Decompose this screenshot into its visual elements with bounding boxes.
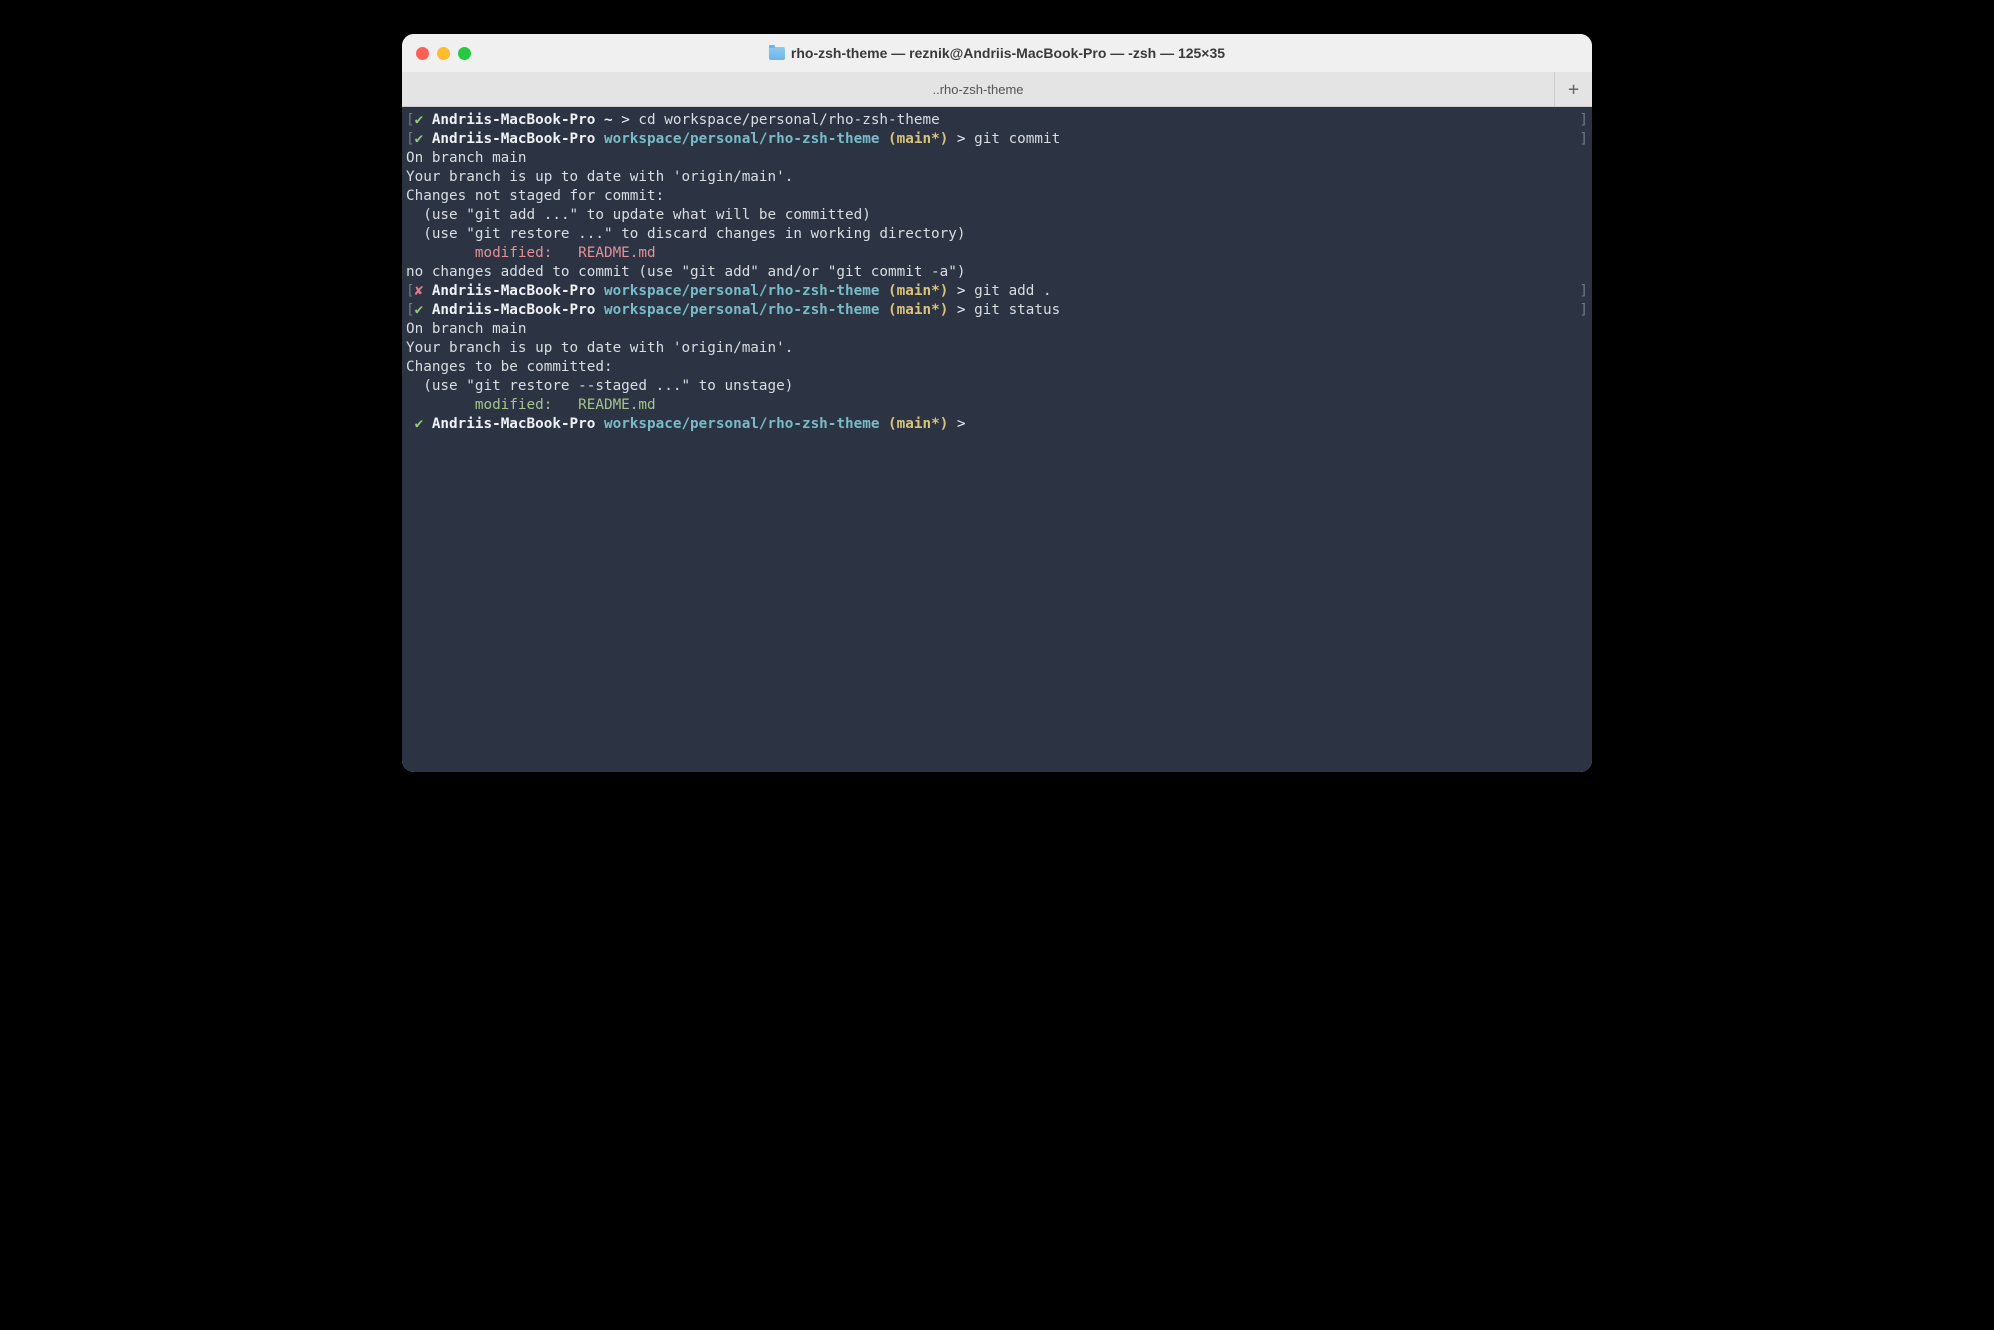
prompt-line: [✔ Andriis-MacBook-Pro workspace/persona… bbox=[406, 301, 1588, 320]
output-line: Your branch is up to date with 'origin/m… bbox=[406, 339, 1588, 358]
output-line: modified: README.md bbox=[406, 244, 1588, 263]
output-line: On branch main bbox=[406, 149, 1588, 168]
prompt-line: [✔ Andriis-MacBook-Pro workspace/persona… bbox=[406, 130, 1588, 149]
minimize-button[interactable] bbox=[437, 47, 450, 60]
maximize-button[interactable] bbox=[458, 47, 471, 60]
output-line: On branch main bbox=[406, 320, 1588, 339]
output-line: (use "git restore ..." to discard change… bbox=[406, 225, 1588, 244]
terminal-content[interactable]: [✔ Andriis-MacBook-Pro ~ > cd workspace/… bbox=[402, 107, 1592, 772]
output-line: no changes added to commit (use "git add… bbox=[406, 263, 1588, 282]
output-line: modified: README.md bbox=[406, 396, 1588, 415]
prompt-line: [✘ Andriis-MacBook-Pro workspace/persona… bbox=[406, 282, 1588, 301]
prompt-line: ✔ Andriis-MacBook-Pro workspace/personal… bbox=[406, 415, 1588, 434]
tab-title[interactable]: ..rho-zsh-theme bbox=[402, 82, 1554, 97]
new-tab-button[interactable]: + bbox=[1554, 72, 1592, 107]
output-line: Changes not staged for commit: bbox=[406, 187, 1588, 206]
folder-icon bbox=[769, 47, 785, 60]
prompt-line: [✔ Andriis-MacBook-Pro ~ > cd workspace/… bbox=[406, 111, 1588, 130]
output-line: (use "git restore --staged ..." to unsta… bbox=[406, 377, 1588, 396]
output-line: Your branch is up to date with 'origin/m… bbox=[406, 168, 1588, 187]
window-title-text: rho-zsh-theme — reznik@Andriis-MacBook-P… bbox=[791, 45, 1225, 61]
output-line: (use "git add ..." to update what will b… bbox=[406, 206, 1588, 225]
terminal-window: rho-zsh-theme — reznik@Andriis-MacBook-P… bbox=[402, 34, 1592, 772]
close-button[interactable] bbox=[416, 47, 429, 60]
window-title: rho-zsh-theme — reznik@Andriis-MacBook-P… bbox=[769, 45, 1225, 61]
traffic-lights bbox=[416, 47, 471, 60]
tab-bar: ..rho-zsh-theme + bbox=[402, 72, 1592, 107]
titlebar: rho-zsh-theme — reznik@Andriis-MacBook-P… bbox=[402, 34, 1592, 72]
output-line: Changes to be committed: bbox=[406, 358, 1588, 377]
